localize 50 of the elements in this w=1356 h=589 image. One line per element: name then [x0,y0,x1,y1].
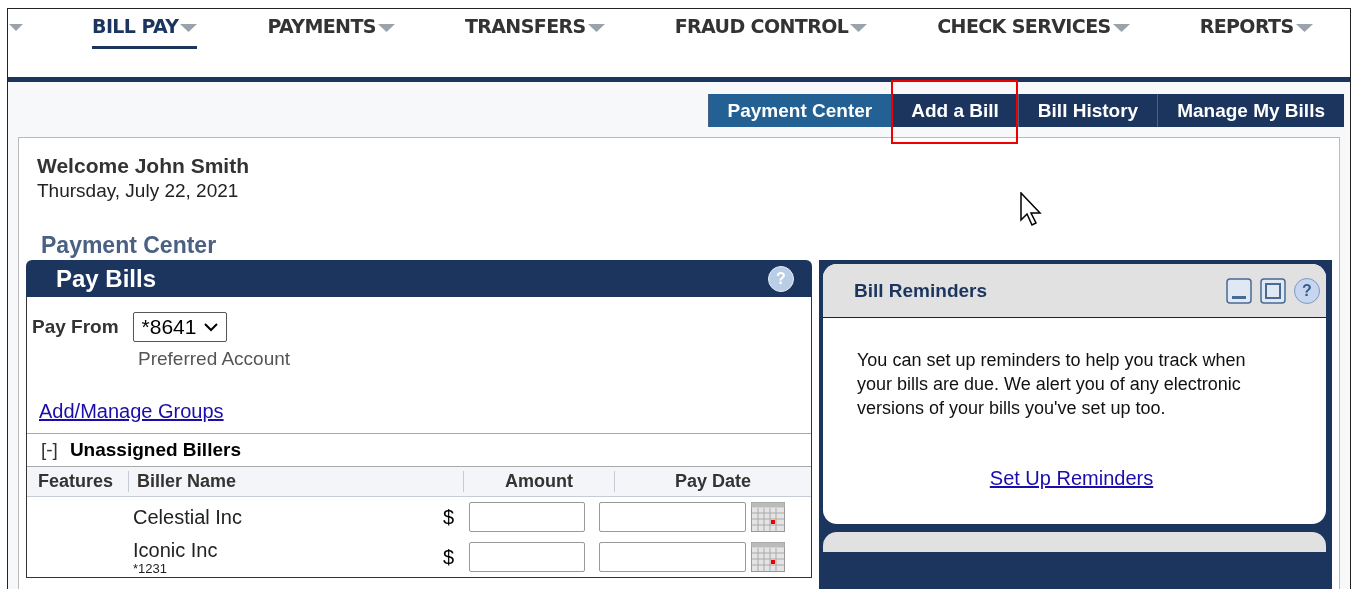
biller-name: Celestial Inc [133,505,243,529]
caret-icon[interactable] [1295,23,1313,32]
cursor-icon [1020,192,1044,228]
column-header: Pay Date [673,471,752,492]
caret-icon[interactable] [587,23,605,32]
sub-tab[interactable]: Add a Bill [891,94,1018,127]
account-note: Preferred Account [137,348,292,370]
date-text: Thursday, July 22, 2021 [36,180,240,202]
group-title: Unassigned Billers [69,439,241,461]
nav-tab[interactable]: BILL PAY [92,11,198,49]
panel-title: Pay Bills [56,264,157,293]
set-up-reminders-link[interactable]: Set Up Reminders [989,467,1154,489]
biller-account: *1231 [133,562,168,575]
sub-tab[interactable]: Manage My Bills [1157,94,1344,127]
currency-sign: $ [443,545,456,569]
date-field[interactable] [599,542,746,572]
help-button[interactable]: ? [1294,277,1320,304]
pay-from-label: Pay From [32,316,119,338]
currency-sign: $ [443,505,456,529]
nav-tab[interactable]: TRANSFERS [464,11,605,49]
maximize-icon[interactable] [1260,277,1286,304]
account-select[interactable]: *8641 [132,312,228,342]
calendar-icon[interactable] [751,502,785,532]
biller-name: Iconic Inc [133,539,219,562]
column-header: Biller Name [129,471,464,492]
welcome-heading: Welcome John Smith [36,154,250,178]
reminder-text: You can set up reminders to help you track when your bills are due. We alert you of any electronic versions of your bills you've set up too. [857,349,1247,420]
page-title: Payment Center [40,232,218,259]
nav-tab[interactable]: CHECK SERVICES [937,11,1130,49]
sub-tab[interactable]: Bill History [1017,94,1158,127]
caret-icon[interactable] [377,23,395,32]
column-header: Features [27,471,129,492]
caret-icon[interactable] [1112,23,1130,32]
collapse-toggle[interactable]: [-] [41,439,58,461]
column-header: Amount [464,471,615,492]
sub-tab[interactable]: Payment Center [707,94,892,127]
nav-tab[interactable]: PAYMENTS [267,11,395,49]
amount-field[interactable] [469,542,585,572]
amount-field[interactable] [469,502,585,532]
nav-tab[interactable]: FRAUD CONTROL [674,11,868,49]
nav-tab[interactable]: REPORTS [1199,11,1313,49]
caret-icon[interactable] [180,23,198,32]
chevron-icon[interactable] [204,322,219,332]
caret-icon[interactable] [850,23,868,32]
groups-link[interactable]: Add/Manage Groups [39,400,224,423]
caret-icon[interactable] [9,24,23,31]
panel-title: Bill Reminders [854,279,988,302]
calendar-icon[interactable] [751,542,785,572]
minimize-icon[interactable] [1226,277,1252,304]
date-field[interactable] [599,502,746,532]
